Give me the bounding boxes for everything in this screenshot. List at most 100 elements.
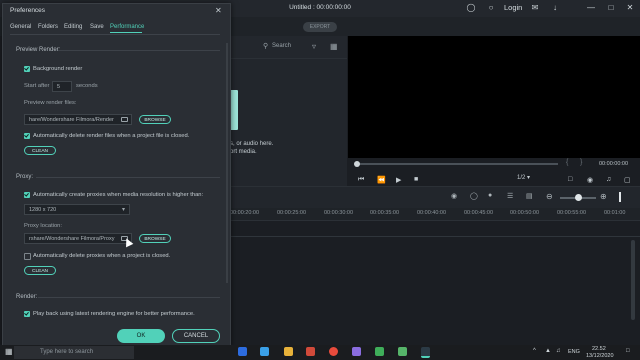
bulb-icon[interactable]: ○ (486, 3, 496, 13)
timeline-scrollbar[interactable] (631, 240, 635, 320)
tray-chevron-icon[interactable]: ^ (533, 348, 536, 354)
tab-editing[interactable]: Editing (64, 24, 82, 30)
folder-icon[interactable] (121, 117, 128, 122)
fullscreen-icon[interactable]: ▢ (624, 176, 631, 184)
language-indicator[interactable]: ENG (568, 349, 580, 355)
frame-back-icon[interactable]: ⏪ (377, 176, 386, 184)
render-browse-button[interactable]: BROWSE (139, 115, 171, 124)
minimize-icon[interactable]: — (586, 3, 596, 13)
background-render-label: Background render (33, 66, 83, 72)
play-icon[interactable]: ▶ (396, 176, 401, 184)
filmora-taskbar-icon[interactable] (421, 347, 430, 358)
timeline-playhead[interactable] (619, 192, 621, 202)
preview-scrubber[interactable] (358, 163, 558, 165)
zoom-out-icon[interactable]: ⊖ (546, 192, 553, 201)
start-after-unit: seconds (76, 83, 98, 89)
tab-save[interactable]: Save (90, 24, 104, 30)
app-icon-2[interactable] (352, 347, 361, 356)
start-after-input[interactable]: 5 (52, 81, 72, 92)
taskbar-search-placeholder: Type here to search (40, 349, 94, 355)
background-render-checkbox[interactable] (24, 66, 30, 72)
auto-delete-render-checkbox[interactable] (24, 133, 30, 139)
import-hint-text: s, or audio here. (230, 141, 274, 147)
app-icon[interactable] (238, 347, 247, 356)
tab-general[interactable]: General (10, 24, 31, 30)
ruler-tick: 00:00:25:00 (277, 210, 307, 216)
folder-app-icon[interactable] (284, 347, 293, 356)
mic-icon[interactable]: ● (488, 192, 492, 199)
section-divider (58, 50, 220, 51)
auto-delete-proxy-checkbox[interactable] (24, 253, 31, 260)
ruler-tick: 00:00:20:00 (230, 210, 260, 216)
clock-date[interactable]: 13/12/2020 (586, 353, 614, 359)
ruler-tick: 00:00:35:00 (370, 210, 400, 216)
proxy-clean-button[interactable]: CLEAN (24, 266, 56, 275)
monitor-icon[interactable]: □ (568, 176, 572, 183)
preview-timecode: 00:00:00:00 (599, 161, 629, 167)
mixer-icon[interactable]: ☰ (507, 192, 513, 200)
close-icon[interactable]: ✕ (625, 3, 635, 13)
headset-icon[interactable]: ◯ (466, 3, 476, 13)
dialog-title: Preferences (10, 7, 46, 14)
preview-render-heading: Preview Render: (16, 47, 61, 53)
grid-view-icon[interactable]: ▦ (330, 42, 338, 51)
volume-icon[interactable]: ♫ (606, 176, 611, 183)
maximize-icon[interactable]: □ (606, 3, 616, 13)
snap-icon[interactable]: ▤ (526, 192, 533, 200)
active-tab-indicator (110, 32, 142, 33)
search-icon[interactable]: ⚲ (263, 42, 268, 50)
latest-engine-checkbox[interactable] (24, 311, 30, 317)
volume-tray-icon[interactable]: ♫ (556, 348, 561, 354)
section-divider (36, 177, 220, 178)
windows-start-icon[interactable]: ▦ (5, 347, 13, 356)
clock-time[interactable]: 22.52 (592, 346, 606, 352)
render-clean-button[interactable]: CLEAN (24, 146, 56, 155)
login-link[interactable]: Login (504, 3, 522, 12)
ruler-tick: 00:00:45:00 (464, 210, 494, 216)
tab-performance[interactable]: Performance (110, 24, 144, 30)
track-divider (230, 236, 640, 237)
snapshot-icon[interactable]: ◉ (587, 176, 593, 184)
mark-out-icon[interactable]: } (580, 159, 582, 166)
export-button[interactable]: EXPORT (303, 22, 337, 32)
media-search-input[interactable]: Search (272, 43, 291, 49)
filter-icon[interactable]: ▿ (312, 42, 316, 51)
app-icon-3[interactable] (375, 347, 384, 356)
ratio-value: 1/2 (517, 175, 526, 181)
preview-screen (348, 36, 640, 158)
playback-quality-select[interactable]: 1/2 ▾ (517, 174, 557, 184)
stop-icon[interactable]: ■ (414, 176, 418, 183)
store-icon[interactable] (306, 347, 315, 356)
network-icon[interactable]: ▲ (545, 348, 551, 354)
render-path-input[interactable]: hare/Wondershare Filmora/Render (24, 114, 132, 125)
proxy-browse-button[interactable]: BROWSE (139, 234, 171, 243)
auto-create-proxy-label: Automatically create proxies when media … (33, 192, 204, 198)
zoom-in-icon[interactable]: ⊕ (600, 192, 607, 201)
zoom-slider-handle[interactable] (575, 194, 582, 201)
mail-icon[interactable]: ✉ (530, 3, 540, 13)
ok-button[interactable]: OK (117, 329, 165, 343)
notifications-icon[interactable]: □ (626, 348, 630, 354)
render-icon[interactable]: ◉ (451, 192, 457, 200)
chevron-down-icon: ▾ (122, 207, 126, 213)
ruler-tick: 00:00:30:00 (324, 210, 354, 216)
edge-icon[interactable] (260, 347, 269, 356)
step-back-icon[interactable]: ⏮ (358, 176, 364, 184)
download-icon[interactable]: ↓ (550, 3, 560, 13)
cancel-button[interactable]: CANCEL (172, 329, 220, 343)
proxy-resolution-select[interactable]: 1280 x 720 (24, 204, 130, 215)
auto-create-proxy-checkbox[interactable] (24, 192, 30, 198)
marker-icon[interactable]: ◯ (470, 192, 478, 200)
proxy-path-input[interactable]: rshare/Wondershare Filmora/Proxy (24, 233, 132, 244)
media-panel (230, 36, 347, 204)
proxy-location-label: Proxy location: (24, 223, 63, 229)
tab-folders[interactable]: Folders (38, 24, 58, 30)
chrome-icon[interactable] (329, 347, 338, 356)
scrubber-handle[interactable] (354, 161, 360, 167)
mark-in-icon[interactable]: { (566, 159, 568, 166)
dialog-scrollbar[interactable] (226, 43, 228, 283)
dialog-close-icon[interactable]: ✕ (215, 6, 222, 15)
proxy-heading: Proxy: (16, 174, 34, 180)
app-icon-4[interactable] (398, 347, 407, 356)
latest-engine-label: Play back using latest rendering engine … (33, 311, 195, 317)
